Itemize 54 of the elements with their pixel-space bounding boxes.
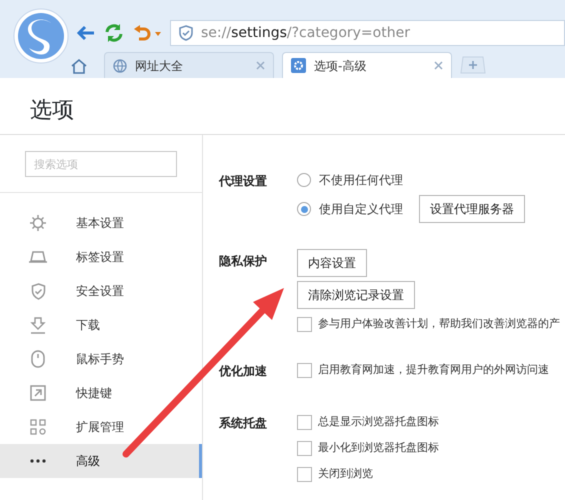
sidebar-item[interactable]: 扩展管理 (0, 410, 202, 444)
checkbox-label: 关闭到浏览 (318, 466, 373, 482)
section-label: 隐私保护 (219, 253, 268, 270)
gear-icon (30, 215, 46, 231)
globe-icon (113, 58, 127, 72)
new-tab-icon[interactable] (460, 56, 486, 74)
radio-button[interactable] (297, 173, 311, 187)
sidebar-item[interactable]: 下载 (0, 308, 202, 342)
sidebar-item[interactable]: 基本设置 (0, 206, 202, 240)
section-label: 优化加速 (219, 363, 268, 380)
close-icon[interactable] (434, 61, 443, 70)
download-icon (30, 316, 46, 334)
settings-button[interactable]: 设置代理服务器 (419, 195, 525, 223)
sidebar-item[interactable]: 快捷键 (0, 376, 202, 410)
shield-icon (179, 25, 193, 41)
grid-icon (30, 419, 46, 435)
mouse-icon (31, 350, 45, 368)
radio-button[interactable] (297, 202, 311, 216)
checkbox[interactable] (297, 440, 312, 456)
address-bar[interactable]: se://settings/?category=other (170, 20, 565, 46)
checkbox-label: 启用教育网加速，提升教育网用户的外网访问速 (318, 362, 549, 378)
radio-label: 使用自定义代理 (319, 201, 403, 218)
gear-icon (291, 58, 306, 73)
section-label: 系统托盘 (219, 415, 268, 432)
close-icon[interactable] (256, 61, 265, 70)
browser-tab[interactable]: 选项-高级 (282, 52, 452, 78)
checkbox[interactable] (297, 466, 312, 482)
settings-button[interactable]: 清除浏览记录设置 (297, 281, 415, 309)
shield-icon (30, 282, 46, 300)
back-icon[interactable] (76, 25, 96, 41)
radio-label: 不使用任何代理 (319, 172, 403, 189)
search-field[interactable]: 搜索选项 (25, 151, 177, 177)
more-icon (30, 459, 46, 463)
page-title: 选项 (0, 78, 565, 135)
settings-button[interactable]: 内容设置 (297, 249, 367, 277)
browser-tab[interactable]: 网址大全 (104, 52, 274, 78)
browser-logo[interactable] (13, 8, 69, 64)
checkbox[interactable] (297, 362, 312, 378)
shortcut-icon (30, 385, 46, 401)
checkbox-label: 总是显示浏览器托盘图标 (318, 414, 439, 430)
sidebar-item[interactable]: 标签设置 (0, 240, 202, 274)
checkbox-label: 参与用户体验改善计划，帮助我们改善浏览器的产 (318, 316, 560, 332)
refresh-icon[interactable] (104, 23, 124, 43)
checkbox-label: 最小化到浏览器托盘图标 (318, 440, 439, 456)
checkbox[interactable] (297, 316, 312, 332)
url-text: se://settings/?category=other (201, 24, 410, 42)
sidebar-item[interactable]: 安全设置 (0, 274, 202, 308)
undo-icon[interactable] (132, 24, 162, 42)
section-label: 代理设置 (219, 173, 268, 190)
sidebar-item[interactable]: 鼠标手势 (0, 342, 202, 376)
tab-icon (29, 250, 47, 264)
home-icon[interactable] (70, 58, 88, 74)
sidebar-item[interactable]: 高级 (0, 444, 202, 478)
checkbox[interactable] (297, 414, 312, 430)
